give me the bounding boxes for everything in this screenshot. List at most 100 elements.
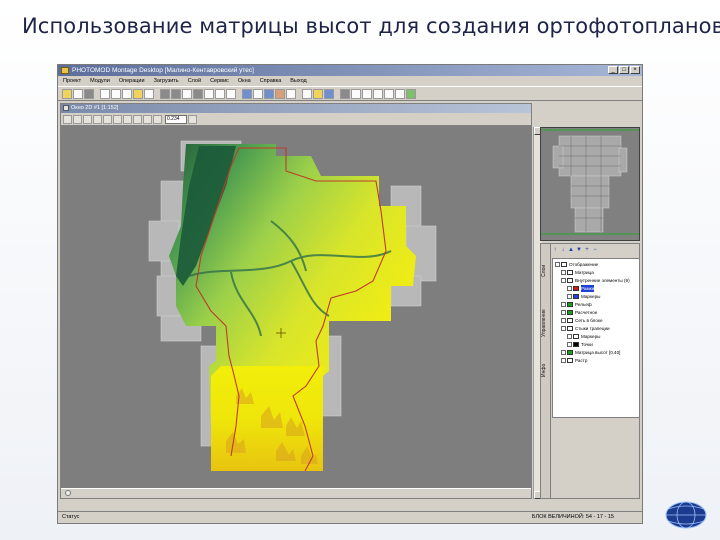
scroll-thumb[interactable] (65, 490, 71, 496)
grid-icon[interactable] (171, 88, 181, 99)
layer-item[interactable]: Внутренние элементы (9) (561, 277, 630, 284)
layer-item[interactable]: Сеть в блоке (561, 317, 603, 324)
zoom-input[interactable]: 0.234 (165, 114, 187, 124)
layers-icon[interactable] (215, 88, 225, 99)
layer-item[interactable]: Точки (567, 341, 593, 348)
measure-icon[interactable] (153, 114, 162, 124)
menu-item-project[interactable]: Проект (63, 76, 81, 86)
chain-icon[interactable] (362, 88, 372, 99)
menu-item-load[interactable]: Загрузить (154, 76, 179, 86)
home-icon[interactable] (340, 88, 350, 99)
menu-item-operations[interactable]: Операции (119, 76, 145, 86)
layer-checkbox[interactable] (567, 342, 572, 347)
layer-item[interactable]: Маркеры (567, 333, 600, 340)
frames-icon[interactable] (204, 88, 214, 99)
grid-view-icon[interactable] (83, 114, 92, 124)
link-icon[interactable] (373, 88, 383, 99)
layer-checkbox[interactable] (561, 302, 566, 307)
layer-color-swatch (561, 262, 567, 267)
layer-checkbox[interactable] (561, 278, 566, 283)
layer-checkbox[interactable] (561, 350, 566, 355)
open-folder-icon[interactable] (62, 88, 72, 99)
layer-color-swatch (567, 326, 573, 331)
layer-checkbox[interactable] (567, 294, 572, 299)
layer-item[interactable]: Стыки трапеции (561, 325, 610, 332)
layer-item[interactable]: Расчетное (561, 309, 597, 316)
layer-item[interactable]: Рельеф (561, 301, 592, 308)
layer-up-icon[interactable]: ▲ (568, 247, 574, 254)
zoom-out-icon[interactable] (123, 114, 132, 124)
pointer-icon[interactable] (144, 88, 154, 99)
layer-color-swatch (573, 286, 579, 291)
layer-add-icon[interactable]: + (584, 247, 590, 254)
layer-item[interactable]: Маркеры (567, 293, 600, 300)
arrows-icon[interactable] (286, 88, 296, 99)
save-icon[interactable] (84, 88, 94, 99)
cut-icon[interactable] (100, 88, 110, 99)
horizontal-scrollbar[interactable] (61, 488, 531, 498)
menu-item-windows[interactable]: Окна (238, 76, 251, 86)
maximize-button[interactable]: □ (619, 66, 629, 74)
checkmark-icon[interactable] (406, 88, 416, 99)
tools-icon[interactable] (395, 88, 405, 99)
cursor-icon[interactable] (143, 114, 152, 124)
vector-icon[interactable] (242, 88, 252, 99)
zoom-dropdown-icon[interactable] (188, 114, 197, 124)
wave-icon[interactable] (351, 88, 361, 99)
layer-item[interactable]: Отображение (555, 261, 598, 268)
layer-item[interactable]: Растр (561, 357, 587, 364)
layer-item[interactable]: Рамки (567, 285, 595, 292)
copy-icon[interactable] (111, 88, 121, 99)
layer-checkbox[interactable] (561, 270, 566, 275)
layer-item[interactable]: Матрица высот [0.40] (561, 349, 620, 356)
fit-icon[interactable] (93, 114, 102, 124)
arrow-down-icon[interactable]: ↓ (560, 247, 566, 254)
tab-layers[interactable]: Слои (541, 246, 551, 296)
layer-down-icon[interactable]: ▼ (576, 247, 582, 254)
layer-checkbox[interactable] (561, 318, 566, 323)
arrow-up-icon[interactable]: ↑ (552, 247, 558, 254)
layer-checkbox[interactable] (561, 310, 566, 315)
layer-checkbox[interactable] (561, 358, 566, 363)
table-icon[interactable] (182, 88, 192, 99)
menu-item-exit[interactable]: Выход (290, 76, 306, 86)
tiles-icon[interactable] (226, 88, 236, 99)
menu-item-service[interactable]: Сервис (210, 76, 229, 86)
paste-icon[interactable] (122, 88, 132, 99)
wrench-icon[interactable] (384, 88, 394, 99)
layer-checkbox[interactable] (567, 286, 572, 291)
status-right-text: БЛОК ВЕЛИЧИНОЙ: 54 - 17 - 15 (531, 514, 614, 520)
layer-checkbox[interactable] (561, 326, 566, 331)
menu-item-help[interactable]: Справка (260, 76, 282, 86)
tab-info[interactable]: Инфо (541, 350, 551, 390)
overview-preview[interactable] (540, 127, 640, 241)
layer-checkbox[interactable] (555, 262, 560, 267)
menu-item-modules[interactable]: Модули (90, 76, 110, 86)
layer-item[interactable]: Матрица (561, 269, 594, 276)
light-bulb-icon[interactable] (133, 88, 143, 99)
zoom-in-icon[interactable] (113, 114, 122, 124)
polygon-icon[interactable] (253, 88, 263, 99)
dem-icon[interactable] (324, 88, 334, 99)
layer-checkbox[interactable] (567, 334, 572, 339)
zoom-window-icon[interactable] (133, 114, 142, 124)
text-tool-icon[interactable] (302, 88, 312, 99)
layer-remove-icon[interactable]: − (592, 247, 598, 254)
menu-item-layer[interactable]: Слой (188, 76, 201, 86)
stereo-icon[interactable] (193, 88, 203, 99)
map-canvas[interactable] (61, 126, 531, 488)
map-window-titlebar[interactable]: Окно 2D #1 [1:152] (61, 104, 531, 113)
minimize-button[interactable]: _ (608, 66, 618, 74)
curve-icon[interactable] (275, 88, 285, 99)
blocks-icon[interactable] (264, 88, 274, 99)
tab-control[interactable]: Управление (541, 298, 551, 348)
flag-icon[interactable] (313, 88, 323, 99)
hand-icon[interactable] (63, 114, 72, 124)
refresh-icon[interactable] (103, 114, 112, 124)
new-file-icon[interactable] (73, 88, 83, 99)
layer-label: Матрица (575, 270, 594, 275)
film-strip-icon[interactable] (160, 88, 170, 99)
window-titlebar[interactable]: PHOTOMOD Montage Desktop [Малино-Кентавр… (58, 65, 642, 76)
layers-toggle-icon[interactable] (73, 114, 82, 124)
close-button[interactable]: × (630, 66, 640, 74)
